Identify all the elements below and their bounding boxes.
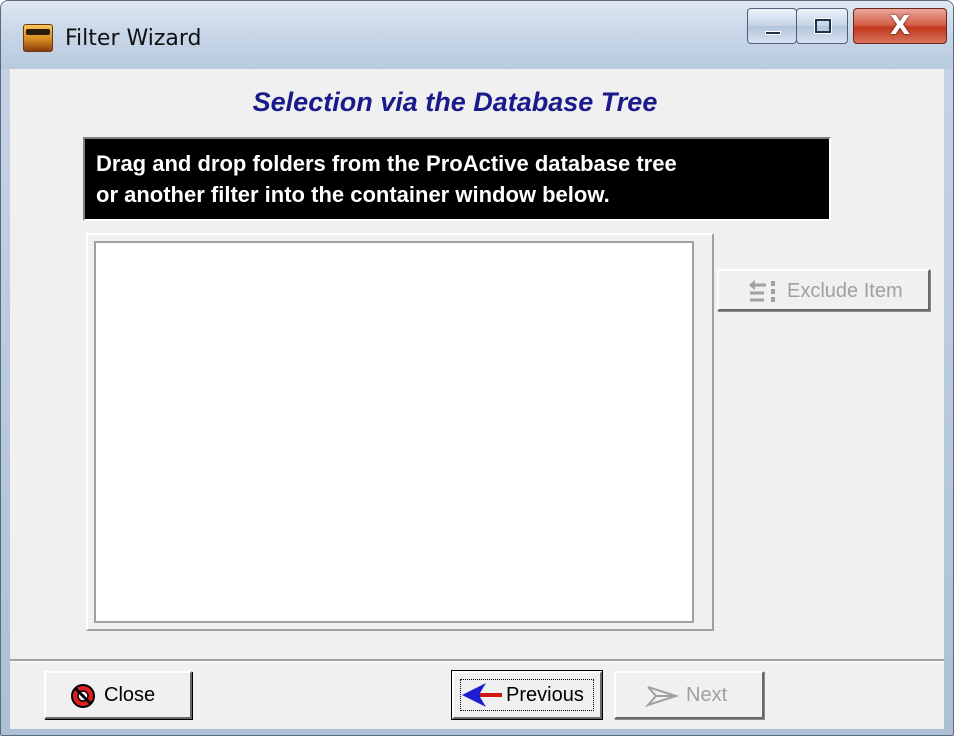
app-icon [23,24,53,52]
wizard-body: Selection via the Database Tree Drag and… [10,69,944,659]
instructions-box: Drag and drop folders from the ProActive… [83,137,831,221]
exclude-item-button[interactable]: Exclude Item [717,269,930,311]
minimize-icon [765,31,781,35]
window-title: Filter Wizard [65,26,202,51]
maximize-button[interactable] [796,8,848,44]
stop-icon [71,684,95,708]
back-arrow-icon [462,683,502,707]
previous-label: Previous [506,684,584,706]
wizard-footer: Close Previous Next [10,659,944,729]
exclude-item-icon [749,280,775,302]
page-title: Selection via the Database Tree [252,87,658,117]
title-bar[interactable]: Filter Wizard X [1,1,953,69]
next-label: Next [686,684,728,706]
exclude-item-label: Exclude Item [787,280,903,302]
instructions-line-2: or another filter into the container win… [96,182,610,207]
container-frame [86,233,714,631]
close-button[interactable]: Close [44,671,192,719]
window-close-button[interactable]: X [853,8,947,44]
previous-button[interactable]: Previous [452,671,602,719]
drop-container-window[interactable] [94,241,694,623]
maximize-icon [814,18,832,34]
minimize-button[interactable] [747,8,797,44]
next-button[interactable]: Next [614,671,764,719]
instructions-line-1: Drag and drop folders from the ProActive… [96,151,677,176]
close-label: Close [104,684,156,706]
close-icon: X [889,11,911,41]
filter-wizard-window: Filter Wizard X Selection via the Databa… [0,0,954,736]
forward-arrow-icon [644,686,680,707]
